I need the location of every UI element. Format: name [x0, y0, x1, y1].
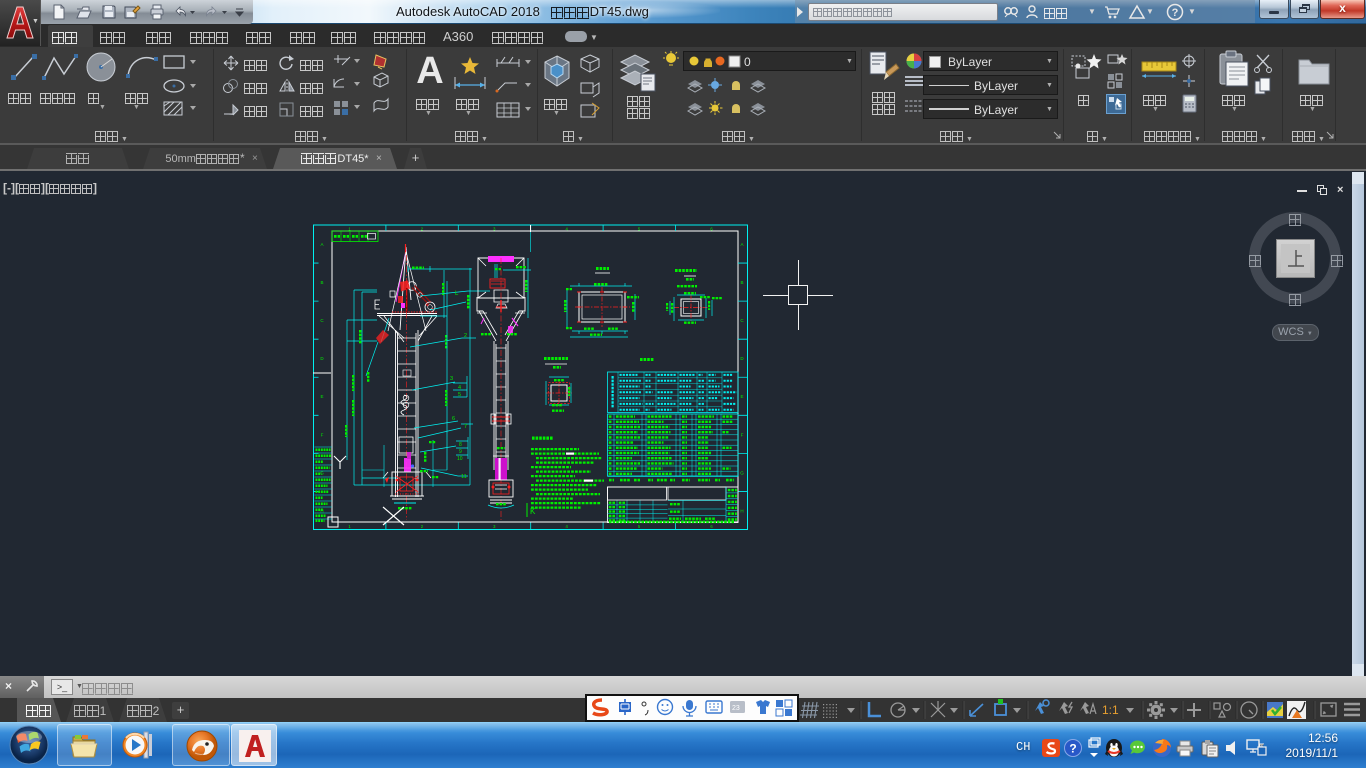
svg-text:?: ? — [1069, 742, 1076, 756]
svg-text:5: 5 — [638, 524, 641, 529]
svg-text:8: 8 — [459, 442, 462, 448]
svg-text:!: ! — [1301, 712, 1303, 719]
svg-text:6: 6 — [710, 524, 713, 529]
svg-text:H: H — [740, 508, 743, 513]
svg-text:3: 3 — [450, 376, 453, 382]
svg-text:4: 4 — [566, 524, 569, 529]
svg-text:C: C — [320, 318, 324, 323]
svg-text:9: 9 — [459, 449, 462, 455]
svg-text:2: 2 — [421, 524, 424, 529]
svg-text:?: ? — [1172, 7, 1179, 19]
svg-text:C: C — [740, 318, 744, 323]
svg-text:3: 3 — [493, 524, 496, 529]
svg-text:K: K — [530, 507, 536, 516]
svg-text:2: 2 — [464, 333, 467, 339]
svg-text:A: A — [740, 242, 743, 247]
svg-text:6: 6 — [452, 416, 455, 422]
svg-text:B: B — [320, 280, 323, 285]
svg-text:4: 4 — [458, 385, 461, 391]
svg-text:5: 5 — [458, 392, 461, 398]
svg-text:E: E — [320, 394, 323, 399]
svg-text:D: D — [740, 356, 744, 361]
svg-text:F: F — [741, 432, 744, 437]
svg-text:G: G — [740, 470, 744, 475]
svg-text:F: F — [321, 432, 324, 437]
svg-text:11: 11 — [461, 474, 467, 480]
svg-text:1: 1 — [348, 524, 351, 529]
svg-text:23: 23 — [732, 705, 740, 712]
svg-text:7: 7 — [464, 424, 467, 430]
svg-text:A: A — [320, 242, 323, 247]
svg-text:10: 10 — [457, 456, 463, 462]
svg-text:B: B — [740, 280, 743, 285]
svg-text:1:1: 1:1 — [1102, 703, 1119, 717]
svg-text:D: D — [320, 356, 324, 361]
svg-text:E: E — [740, 394, 743, 399]
